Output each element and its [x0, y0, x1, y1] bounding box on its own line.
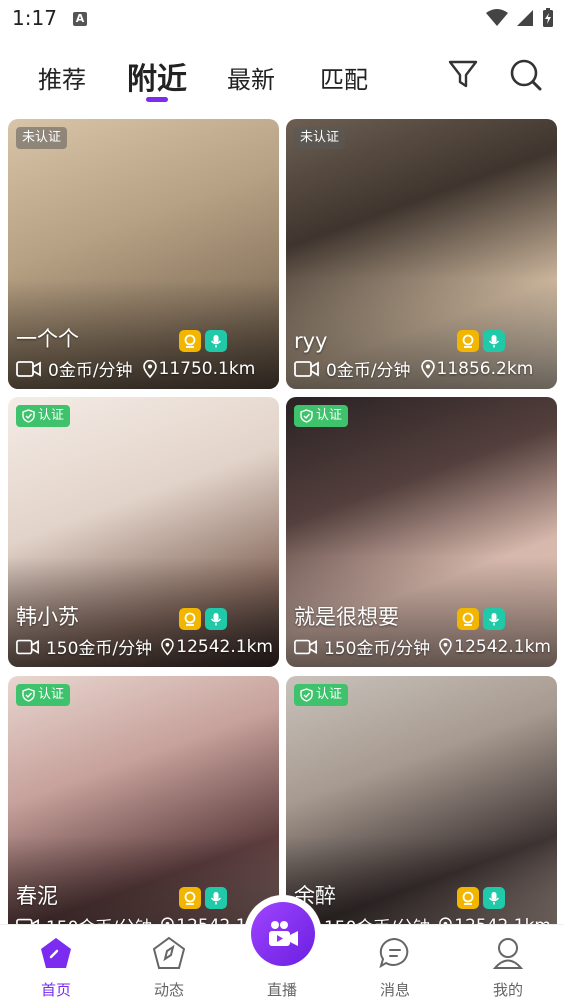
price-per-minute: 150金币/分钟 [323, 639, 431, 659]
badge-label: 未认证 [22, 130, 62, 145]
status-icons [486, 8, 554, 28]
feature-icons [457, 608, 505, 630]
voice-call-icon [205, 330, 227, 352]
voice-call-icon [483, 330, 505, 352]
voice-call-icon [205, 608, 227, 630]
user-card[interactable]: 认证余醉150金币/分钟12542.1km [286, 676, 557, 946]
user-card[interactable]: 认证就是很想要 150金币/分钟 12542.1km [286, 397, 557, 667]
status-bar: 1:17 A [0, 0, 564, 40]
tab-match[interactable]: 匹配 [320, 60, 368, 95]
user-name: 春泥 [16, 884, 58, 908]
verified-badge: 认证 [294, 684, 349, 706]
nav-feed[interactable]: 动态 [129, 935, 209, 1000]
video-call-icon [457, 330, 479, 352]
tab-recommend[interactable]: 推荐 [38, 60, 86, 95]
feature-icons [179, 330, 227, 352]
verified-shield-icon [300, 409, 313, 423]
feature-icons [179, 887, 227, 909]
top-tabs: 推荐 附近 最新 匹配 [0, 50, 564, 110]
price-per-minute: 0金币/分钟 [48, 361, 133, 381]
nav-home-label: 首页 [40, 981, 71, 999]
user-card[interactable]: 认证春泥150金币/分钟12542.1km [8, 676, 279, 946]
badge-label: 认证 [38, 408, 65, 423]
badge-label: 认证 [38, 687, 65, 702]
location-pin-icon [420, 359, 435, 378]
video-call-icon [179, 330, 201, 352]
feature-icons [179, 608, 227, 630]
live-button[interactable] [244, 895, 322, 973]
feature-icons [457, 330, 505, 352]
battery-icon [543, 8, 553, 27]
unverified-badge: 未认证 [16, 127, 68, 149]
distance: 11750.1km [158, 358, 256, 379]
verified-shield-icon [300, 688, 313, 702]
distance: 12542.1km [176, 636, 273, 657]
message-icon [379, 937, 409, 969]
voice-call-icon [483, 608, 505, 630]
verified-shield-icon [22, 688, 35, 702]
video-call-icon [457, 608, 479, 630]
compass-icon [152, 936, 186, 969]
nav-live-label: 直播 [266, 981, 297, 999]
card-meta: 0金币/分钟 11856.2km [294, 356, 551, 381]
user-card[interactable]: 认证韩小苏 150金币/分钟 12542.1km [8, 397, 279, 667]
nav-profile[interactable]: 我的 [468, 935, 548, 1000]
distance: 12542.1km [454, 636, 551, 657]
location-pin-icon [142, 359, 157, 378]
verified-badge: 认证 [16, 684, 71, 706]
profile-icon [492, 938, 524, 969]
card-meta: 150金币/分钟 12542.1km [16, 634, 273, 659]
unverified-badge: 未认证 [294, 127, 346, 149]
verified-badge: 认证 [16, 405, 71, 427]
video-camera-icon [16, 360, 41, 377]
video-camera-icon [294, 360, 319, 377]
live-camera-icon [269, 921, 298, 946]
nav-feed-label: 动态 [153, 981, 184, 999]
user-card[interactable]: 未认证一个个 0金币/分钟 11750.1km [8, 119, 279, 389]
voice-call-icon [205, 887, 227, 909]
filter-icon[interactable] [448, 58, 478, 90]
video-camera-icon [16, 639, 39, 654]
card-meta: 0金币/分钟 11750.1km [16, 356, 273, 381]
status-time: 1:17 [12, 6, 57, 30]
card-meta: 150金币/分钟 12542.1km [294, 634, 551, 659]
tab-nearby[interactable]: 附近 [127, 54, 187, 98]
video-call-icon [179, 608, 201, 630]
price-per-minute: 150金币/分钟 [45, 639, 153, 659]
search-icon[interactable] [509, 58, 543, 92]
nav-messages-label: 消息 [379, 981, 410, 999]
location-pin-icon [161, 638, 175, 656]
feature-icons [457, 887, 505, 909]
notification-icon: A [73, 12, 87, 26]
wifi-icon [486, 9, 508, 26]
nav-home[interactable]: 首页 [16, 935, 96, 1000]
badge-label: 认证 [316, 408, 343, 423]
user-card[interactable]: 未认证 ryy 0金币/分钟 11856.2km [286, 119, 557, 389]
nav-messages[interactable]: 消息 [355, 935, 435, 1000]
user-name: ryy [294, 329, 328, 353]
verified-shield-icon [22, 409, 35, 423]
user-name: 就是很想要 [294, 605, 399, 629]
voice-call-icon [483, 887, 505, 909]
badge-label: 认证 [316, 687, 343, 702]
video-call-icon [179, 887, 201, 909]
distance: 11856.2km [436, 358, 534, 379]
active-tab-indicator [146, 97, 168, 102]
location-pin-icon [439, 638, 453, 656]
signal-icon [517, 10, 533, 26]
tab-latest[interactable]: 最新 [227, 60, 275, 95]
nav-profile-label: 我的 [492, 981, 523, 999]
price-per-minute: 0金币/分钟 [326, 361, 411, 381]
user-name: 一个个 [16, 327, 79, 351]
user-name: 韩小苏 [16, 605, 79, 629]
home-icon [41, 938, 71, 968]
badge-label: 未认证 [300, 130, 340, 145]
verified-badge: 认证 [294, 405, 349, 427]
video-camera-icon [294, 639, 317, 654]
video-call-icon [457, 887, 479, 909]
